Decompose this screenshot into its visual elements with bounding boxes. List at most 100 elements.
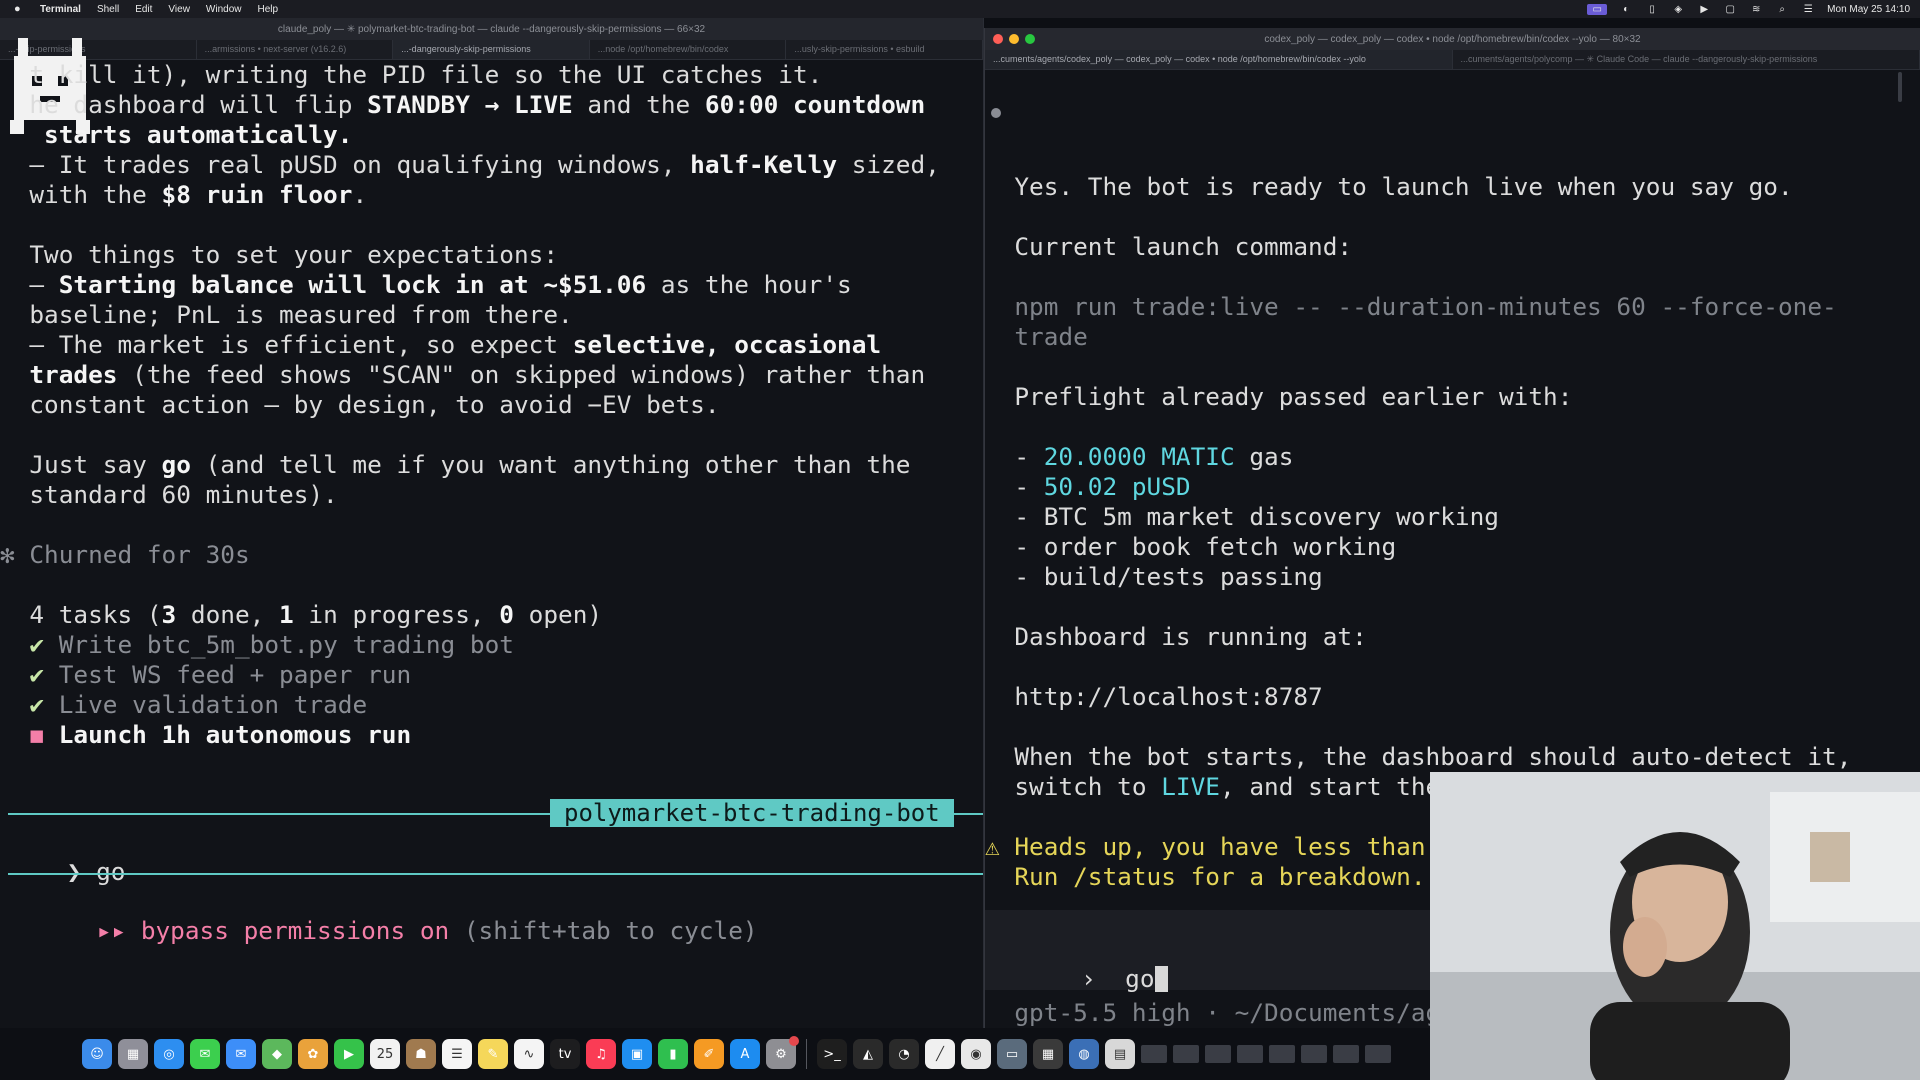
system-settings-icon[interactable]: ⚙ <box>766 1036 799 1069</box>
zoom-window-icon[interactable] <box>1025 34 1035 44</box>
menu-shell[interactable]: Shell <box>97 4 119 15</box>
numbers-icon[interactable]: ▮ <box>658 1039 688 1069</box>
minimized-window-thumbnail[interactable] <box>1269 1045 1295 1063</box>
keyboard-input-icon[interactable]: ▢ <box>1723 4 1737 15</box>
left-tab-3[interactable]: ...-dangerously-skip-permissions <box>393 40 590 59</box>
activity-icon[interactable]: ◔ <box>889 1039 919 1069</box>
claude-prompt-input[interactable]: go <box>96 857 125 886</box>
codex-text-segment: - <box>985 472 1044 501</box>
cursor-app-icon[interactable]: ◭ <box>853 1039 883 1069</box>
claude-text-segment: $8 ruin floor <box>161 180 353 209</box>
pages-icon[interactable]: ✐ <box>694 1039 724 1069</box>
notes-icon[interactable]: ✎ <box>478 1039 508 1069</box>
minimize-window-icon[interactable] <box>1009 34 1019 44</box>
search-icon[interactable]: ⌕ <box>1775 4 1789 15</box>
codex-line: trade <box>985 322 1920 352</box>
minimized-window-thumbnail[interactable] <box>1301 1045 1327 1063</box>
minimized-window-thumbnail[interactable] <box>1365 1045 1391 1063</box>
menu-window[interactable]: Window <box>206 4 242 15</box>
claude-text-segment: half-Kelly <box>690 150 838 179</box>
messages-icon[interactable]: ✉ <box>190 1039 220 1069</box>
claude-line <box>0 420 983 450</box>
claude-text-segment: 1 <box>279 600 294 629</box>
menu-clock[interactable]: Mon May 25 14:10 <box>1827 4 1910 15</box>
mail-icon[interactable]: ✉ <box>226 1039 256 1069</box>
facetime-icon[interactable]: ▶ <box>334 1039 364 1069</box>
claude-line: ✔ Write btc_5m_bot.py trading bot <box>0 630 983 660</box>
screen-record-icon[interactable]: ▭ <box>1587 3 1608 15</box>
clipboard-icon[interactable]: ▯ <box>1645 4 1659 15</box>
codex-line: Dashboard is running at: <box>985 622 1920 652</box>
minimized-window-thumbnail[interactable] <box>1141 1045 1167 1063</box>
claude-text-segment: baseline; PnL is measured from there. <box>0 300 573 329</box>
codex-prompt-input[interactable]: go <box>1125 964 1154 993</box>
right-window-titlebar[interactable]: codex_poly — codex_poly — codex • node /… <box>985 28 1920 50</box>
calculator-icon[interactable]: ▦ <box>1033 1039 1063 1069</box>
left-tab-2[interactable]: ...armissions • next-server (v16.2.6) <box>197 40 394 59</box>
wifi-icon[interactable]: ≋ <box>1749 4 1763 15</box>
left-window-titlebar[interactable]: claude_poly — ✳ polymarket-btc-trading-b… <box>0 18 983 40</box>
right-tab-bar: ...cuments/agents/codex_poly — codex_pol… <box>985 50 1920 70</box>
left-tab-5[interactable]: ...usly-skip-permissions • esbuild <box>786 40 983 59</box>
freeform-icon[interactable]: ∿ <box>514 1039 544 1069</box>
screen-sharing-icon[interactable]: ▭ <box>997 1039 1027 1069</box>
right-scrollbar[interactable] <box>1898 72 1902 102</box>
claude-text-segment: – <box>0 270 59 299</box>
app-store-icon[interactable]: A <box>730 1039 760 1069</box>
claude-text-segment: constant action — by design, to avoid −E… <box>0 390 720 419</box>
claude-conversation-output: t kill it), writing the PID file so the … <box>0 60 983 750</box>
bypass-permissions-status[interactable]: ▸▸ bypass permissions on (shift+tab to c… <box>38 886 758 976</box>
maps-icon[interactable]: ◆ <box>262 1039 292 1069</box>
project-name-badge: polymarket-btc-trading-bot <box>550 799 954 827</box>
claude-text-segment: ✔ <box>0 690 59 719</box>
sync-icon[interactable]: ◐ <box>1619 4 1633 15</box>
claude-line: standard 60 minutes). <box>0 480 983 510</box>
music-icon[interactable]: ♫ <box>586 1039 616 1069</box>
claude-line: ✔ Test WS feed + paper run <box>0 660 983 690</box>
left-tab-4[interactable]: ...node /opt/homebrew/bin/codex <box>590 40 787 59</box>
calendar-icon[interactable]: 25 <box>370 1039 400 1069</box>
contacts-icon[interactable]: ☗ <box>406 1039 436 1069</box>
reminders-icon[interactable]: ☰ <box>442 1039 472 1069</box>
codex-line: - order book fetch working <box>985 532 1920 562</box>
chrome-icon[interactable]: ◉ <box>961 1039 991 1069</box>
codex-line: Yes. The bot is ready to launch live whe… <box>985 172 1920 202</box>
codex-text-segment: When the bot starts, the dashboard shoul… <box>985 742 1852 771</box>
claude-line: 4 tasks (3 done, 1 in progress, 0 open) <box>0 600 983 630</box>
keynote-icon[interactable]: ▣ <box>622 1039 652 1069</box>
claude-line: trades (the feed shows "SCAN" on skipped… <box>0 360 983 390</box>
editor-icon[interactable]: ╱ <box>925 1039 955 1069</box>
claude-text-segment: starts automatically. <box>0 120 353 149</box>
claude-line: – The market is efficient, so expect sel… <box>0 330 983 360</box>
finder-icon[interactable]: ☺ <box>82 1039 112 1069</box>
control-center-icon[interactable]: ☰ <box>1801 4 1815 15</box>
codex-text-segment: 20.0000 MATIC <box>1043 442 1235 471</box>
claude-text-segment: Just say <box>0 450 162 479</box>
minimized-window-thumbnail[interactable] <box>1205 1045 1231 1063</box>
minimized-window-thumbnail[interactable] <box>1333 1045 1359 1063</box>
codex-line <box>985 592 1920 622</box>
minimized-window-thumbnail[interactable] <box>1237 1045 1263 1063</box>
right-tab-polycomp[interactable]: ...cuments/agents/polycomp — ✳ Claude Co… <box>1453 50 1920 69</box>
menu-edit[interactable]: Edit <box>135 4 152 15</box>
browser-icon[interactable]: ◍ <box>1069 1039 1099 1069</box>
terminal-icon[interactable]: >_ <box>817 1039 847 1069</box>
play-icon[interactable]: ▶ <box>1697 4 1711 15</box>
close-window-icon[interactable] <box>993 34 1003 44</box>
minimized-window-thumbnail[interactable] <box>1173 1045 1199 1063</box>
menu-app-name[interactable]: Terminal <box>40 4 81 15</box>
photos-icon[interactable]: ✿ <box>298 1039 328 1069</box>
shield-icon[interactable]: ◈ <box>1671 4 1685 15</box>
right-tab-codex[interactable]: ...cuments/agents/codex_poly — codex_pol… <box>985 50 1453 69</box>
tv-icon[interactable]: tv <box>550 1039 580 1069</box>
claude-terminal-window[interactable]: claude_poly — ✳ polymarket-btc-trading-b… <box>0 18 984 1028</box>
menu-help[interactable]: Help <box>258 4 279 15</box>
launchpad-icon[interactable]: ▦ <box>118 1039 148 1069</box>
codex-line <box>985 412 1920 442</box>
menu-view[interactable]: View <box>168 4 190 15</box>
apple-menu-icon[interactable]: ● <box>14 3 28 15</box>
codex-line <box>985 652 1920 682</box>
preview-icon[interactable]: ▤ <box>1105 1039 1135 1069</box>
safari-icon[interactable]: ◎ <box>154 1039 184 1069</box>
codex-line: http://localhost:8787 <box>985 682 1920 712</box>
